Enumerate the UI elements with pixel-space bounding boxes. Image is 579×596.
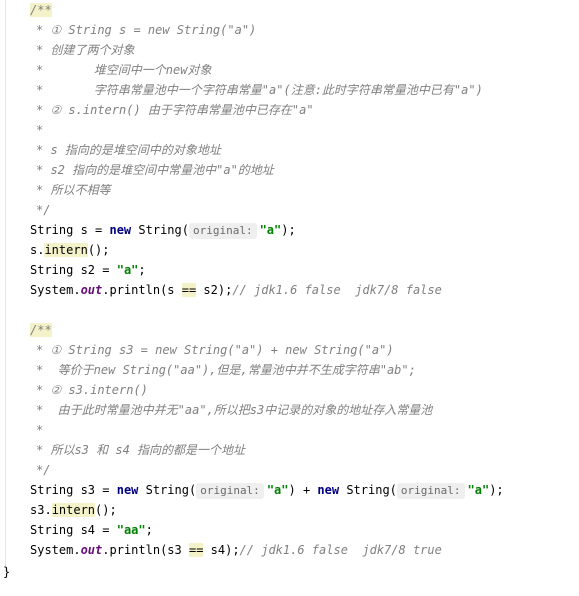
static-field: out: [80, 543, 103, 557]
operator-highlight: ==: [181, 283, 197, 297]
code-line[interactable]: String s = new String(original: "a");: [30, 220, 296, 240]
code-text: ;: [138, 263, 146, 277]
code-text: s2);: [196, 283, 233, 297]
comment-line: */: [36, 203, 51, 217]
closing-brace: }: [3, 565, 11, 579]
line-comment: // jdk1.6 false jdk7/8 false: [232, 283, 442, 297]
doc-comment-open: /**: [30, 3, 52, 17]
comment-line: * 字符串常量池中一个字符串常量"a"(注意:此时字符串常量池中已有"a"): [36, 83, 483, 97]
operator-highlight: ==: [188, 543, 204, 557]
comment-line: * 等价于new String("aa"),但是,常量池中并不生成字符串"ab"…: [36, 363, 416, 377]
comment-line: * 堆空间中一个new对象: [36, 63, 212, 77]
code-text: ();: [87, 243, 110, 257]
keyword-new: new: [109, 223, 132, 237]
static-field: out: [80, 283, 103, 297]
code-text: s4);: [203, 543, 240, 557]
comment-line: * s 指向的是堆空间中的对象地址: [36, 143, 221, 157]
code-text: String(: [138, 483, 197, 497]
code-text: s =: [73, 223, 110, 237]
code-line[interactable]: String s3 = new String(original: "a") + n…: [30, 480, 504, 500]
comment-line: * ② s.intern() 由于字符串常量池中已存在"a": [36, 103, 314, 117]
code-line[interactable]: String s4 = "aa";: [30, 520, 153, 540]
type-name: String: [30, 223, 74, 237]
type-name: String: [30, 523, 74, 537]
comment-line: * 所以不相等: [36, 183, 111, 197]
comment-line: * ① String s3 = new String("a") + new St…: [36, 343, 394, 357]
comment-line: */: [36, 463, 51, 477]
keyword-new: new: [317, 483, 340, 497]
hint-label: original:: [200, 484, 260, 497]
comment-line: /**: [30, 0, 52, 20]
string-literal: "a": [259, 223, 282, 237]
parameter-hint: original:: [396, 483, 465, 499]
hint-label: original:: [400, 484, 461, 497]
code-text: ();: [95, 503, 117, 517]
code-text: System.: [30, 283, 81, 297]
type-name: String: [30, 263, 74, 277]
string-literal: "a": [116, 263, 139, 277]
hint-label: original:: [192, 224, 253, 237]
code-text: System.: [30, 543, 81, 557]
code-text: );: [281, 223, 296, 237]
comment-line: *: [36, 423, 44, 437]
type-name: String: [30, 483, 74, 497]
code-text: s3 =: [73, 483, 117, 497]
parameter-hint: original:: [196, 483, 264, 499]
keyword-new: new: [116, 483, 139, 497]
code-line[interactable]: s.intern();: [30, 240, 110, 260]
code-line[interactable]: s3.intern();: [30, 500, 117, 520]
comment-line: * 所以s3 和 s4 指向的都是一个地址: [36, 443, 246, 457]
code-text: ;: [145, 523, 153, 537]
code-line[interactable]: System.out.println(s == s2);// jdk1.6 fa…: [30, 280, 442, 300]
code-editor[interactable]: /** * ① String s = new String("a") * 创建了…: [0, 0, 579, 596]
code-text: s2 =: [73, 263, 117, 277]
code-text: s.: [30, 243, 45, 257]
code-text: ) +: [288, 483, 318, 497]
method-highlight: intern: [51, 503, 96, 517]
code-text: s4 =: [73, 523, 117, 537]
code-text: String(: [131, 223, 189, 237]
doc-comment-open: /**: [30, 323, 52, 337]
string-literal: "aa": [116, 523, 146, 537]
code-text: s3.: [30, 503, 52, 517]
code-text: String(: [339, 483, 397, 497]
line-comment: // jdk1.6 false jdk7/8 true: [239, 543, 442, 557]
method-highlight: intern: [44, 243, 88, 257]
comment-line: * ① String s = new String("a"): [36, 23, 257, 37]
comment-line: * 由于此时常量池中并无"aa",所以把s3中记录的对象的地址存入常量池: [36, 403, 433, 417]
code-text: .println(s3: [102, 543, 189, 557]
comment-line: *: [36, 123, 44, 137]
string-literal: "a": [266, 483, 289, 497]
comment-line: * 创建了两个对象: [36, 43, 135, 57]
comment-line: * s2 指向的是堆空间中常量池中"a"的地址: [36, 163, 274, 177]
string-literal: "a": [467, 483, 490, 497]
code-line[interactable]: String s2 = "a";: [30, 260, 146, 280]
comment-line: * ② s3.intern(): [36, 383, 148, 397]
comment-line: /**: [30, 320, 52, 340]
code-text: );: [489, 483, 504, 497]
indent-guide: [5, 0, 6, 572]
parameter-hint: original:: [188, 223, 257, 239]
code-line[interactable]: System.out.println(s3 == s4);// jdk1.6 f…: [30, 540, 442, 560]
code-text: .println(s: [102, 283, 182, 297]
